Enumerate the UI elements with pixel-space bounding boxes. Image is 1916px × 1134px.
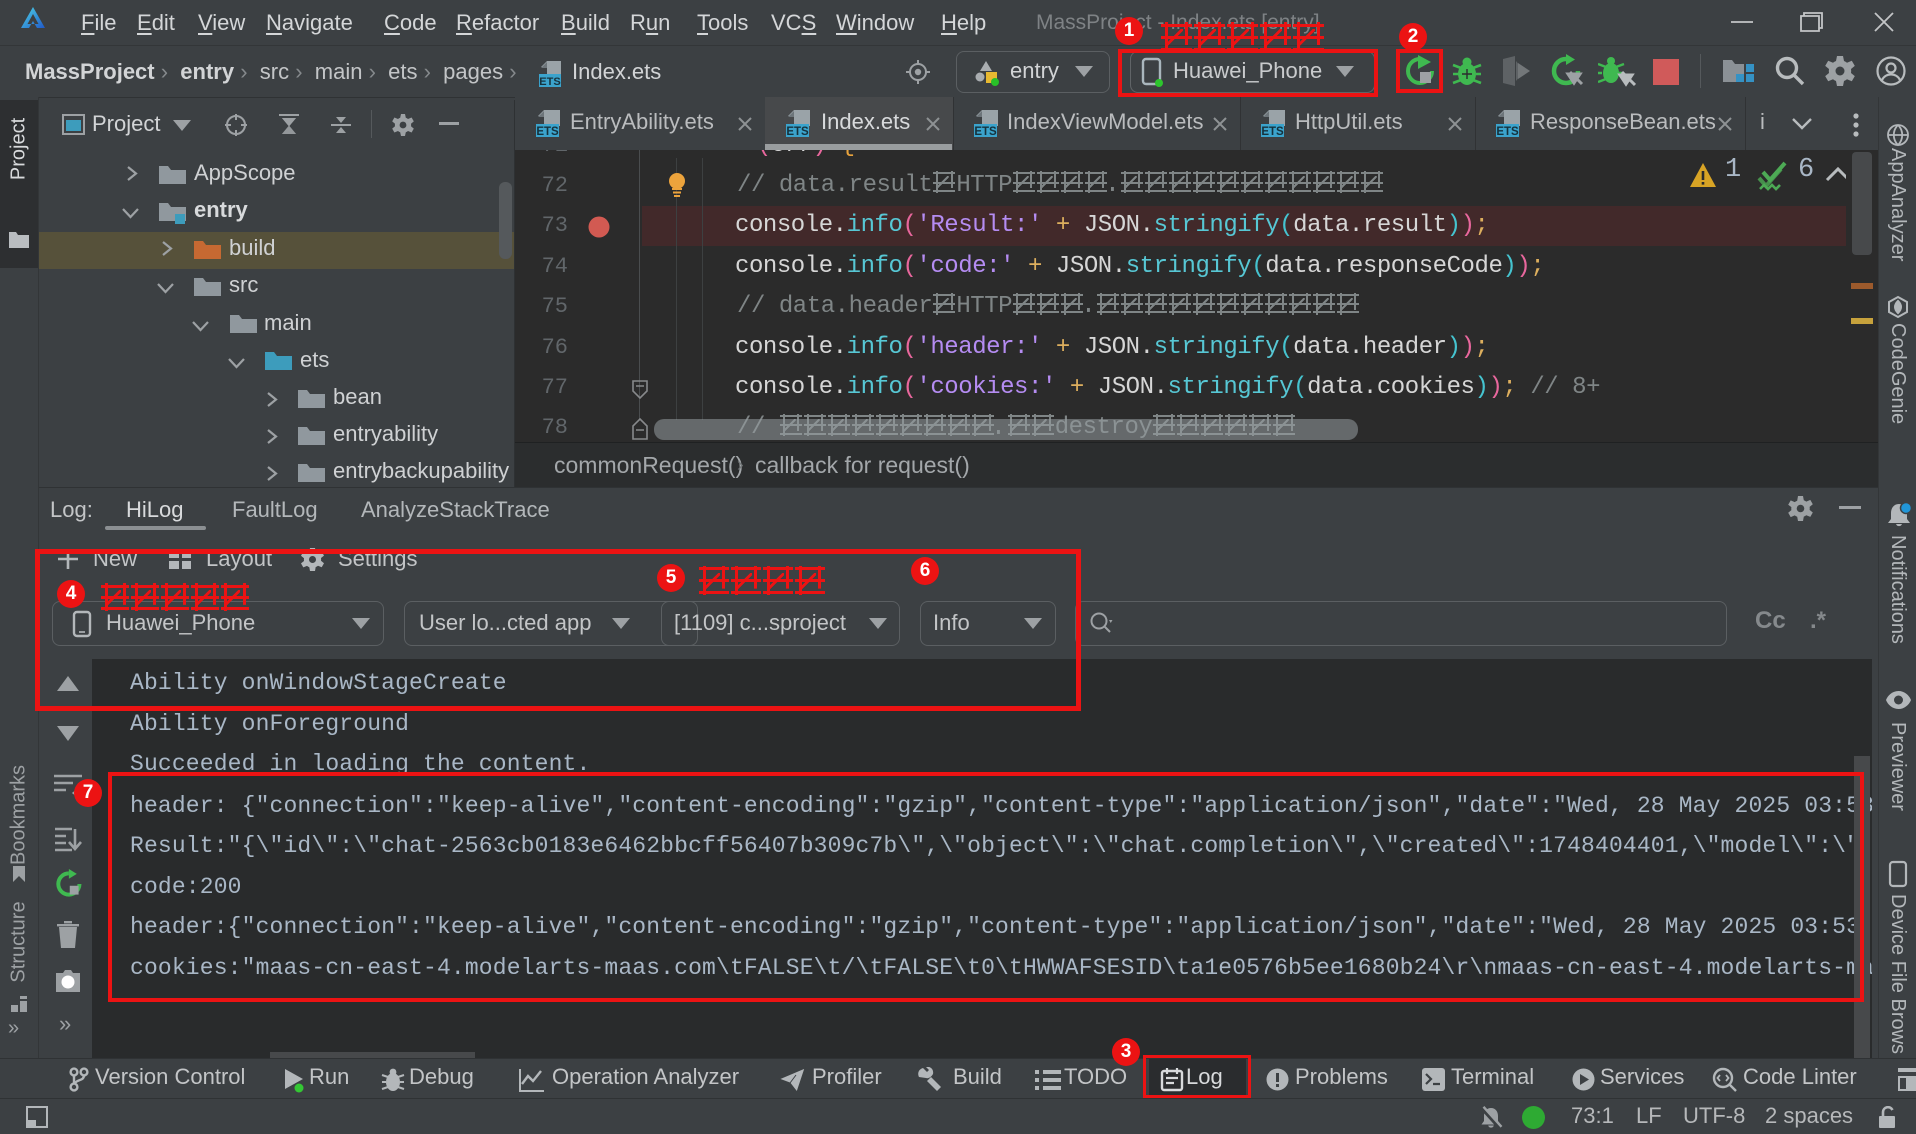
svg-text:ETS: ETS [536,126,559,138]
svg-text:ETS: ETS [539,76,560,88]
svg-text:ETS: ETS [1496,126,1519,138]
svg-text:ETS: ETS [974,126,997,138]
svg-text:ETS: ETS [1261,126,1284,138]
svg-text:ETS: ETS [786,126,809,138]
